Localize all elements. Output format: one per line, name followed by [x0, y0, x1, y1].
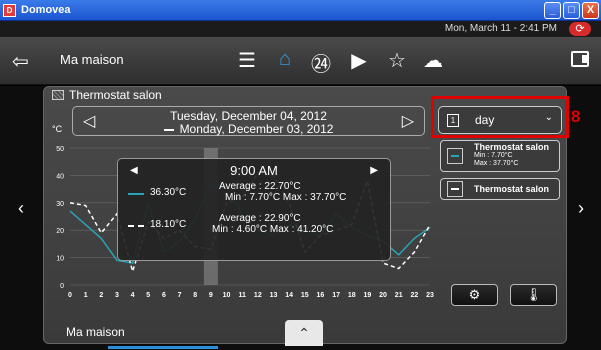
- annotation-label: 8: [571, 107, 581, 126]
- list-icon[interactable]: ☰: [234, 48, 260, 73]
- x-tick-label: 9: [209, 292, 213, 299]
- x-tick-label: 3: [115, 292, 119, 299]
- x-tick-label: 2: [99, 292, 103, 299]
- date-navigator: ◁ Tuesday, December 04, 2012 Monday, Dec…: [72, 106, 425, 136]
- back-button[interactable]: ⇦: [12, 49, 29, 74]
- legend-max: Max : 37.70°C: [474, 160, 519, 167]
- tooltip-value-2: 18.10°C: [150, 219, 187, 230]
- minimize-button[interactable]: _: [544, 2, 561, 19]
- datetime: Mon, March 11 - 2:41 PM: [444, 23, 557, 34]
- solid-line-icon: [128, 193, 144, 195]
- y-tick-label: 10: [56, 256, 64, 263]
- title-bar: D Domovea _ □ X: [0, 0, 601, 21]
- window-title: Domovea: [21, 4, 71, 16]
- x-tick-label: 22: [410, 292, 418, 299]
- footer-title: Ma maison: [66, 325, 125, 339]
- next-page-button[interactable]: ›: [578, 198, 584, 219]
- tooltip-minmax-2: Min : 4.60°C Max : 41.20°C: [212, 224, 334, 235]
- legend-min: Min : 7.70°C: [474, 152, 513, 159]
- x-tick-label: 4: [131, 292, 135, 299]
- nav-title: Ma maison: [60, 52, 124, 67]
- thermometer-button[interactable]: 🌡: [510, 284, 557, 306]
- close-button[interactable]: X: [582, 2, 599, 19]
- x-tick-label: 8: [193, 292, 197, 299]
- dashed-line-icon: [128, 225, 144, 227]
- nav-bar: ⇦ Ma maison ☰ ⌂ ㉔ ▶ ☆ ☁: [0, 37, 601, 85]
- x-tick-label: 11: [238, 292, 246, 299]
- tooltip-minmax-1: Min : 7.70°C Max : 37.70°C: [225, 192, 347, 203]
- tooltip-time: 9:00 AM: [230, 163, 278, 178]
- x-tick-label: 18: [348, 292, 356, 299]
- x-tick-label: 17: [332, 292, 340, 299]
- refresh-icon[interactable]: ⟳: [569, 22, 591, 36]
- app-icon: D: [3, 4, 16, 17]
- date-primary: Tuesday, December 04, 2012: [170, 109, 327, 123]
- settings-button[interactable]: ⚙: [451, 284, 498, 306]
- panel-title-text: Thermostat salon: [69, 88, 162, 102]
- dashed-line-icon: [447, 181, 463, 197]
- x-tick-label: 23: [426, 292, 434, 299]
- x-tick-label: 19: [363, 292, 371, 299]
- x-tick-label: 16: [317, 292, 325, 299]
- star-icon[interactable]: ☆: [384, 48, 410, 73]
- panel-title: Thermostat salon: [52, 88, 162, 102]
- date-secondary: Monday, December 03, 2012: [73, 122, 424, 136]
- status-bar: Mon, March 11 - 2:41 PM ⟳: [0, 21, 601, 37]
- legend-series-2[interactable]: Thermostat salon: [440, 178, 560, 200]
- previous-page-button[interactable]: ‹: [18, 198, 24, 219]
- x-tick-label: 15: [301, 292, 309, 299]
- x-tick-label: 5: [146, 292, 150, 299]
- legend-name: Thermostat salon: [474, 184, 550, 194]
- tooltip-average-1: Average : 22.70°C: [219, 181, 301, 192]
- gear-icon: ⚙: [468, 287, 481, 302]
- active-indicator: [108, 346, 218, 349]
- legend-series-1[interactable]: Thermostat salon Min : 7.70°C Max : 37.7…: [440, 140, 560, 172]
- y-tick-label: 30: [56, 201, 64, 208]
- chart-tooltip: ◀ 9:00 AM ▶ 36.30°C Average : 22.70°C Mi…: [117, 158, 391, 261]
- x-tick-label: 6: [162, 292, 166, 299]
- unit-label: °C: [52, 124, 63, 134]
- panel-toggle-icon[interactable]: [571, 51, 589, 67]
- legend-name: Thermostat salon: [474, 142, 550, 152]
- x-tick-label: 1: [84, 292, 88, 299]
- maximize-button[interactable]: □: [563, 2, 580, 19]
- y-tick-label: 50: [56, 146, 64, 153]
- x-tick-label: 12: [254, 292, 262, 299]
- x-tick-label: 7: [178, 292, 182, 299]
- tooltip-next-icon[interactable]: ▶: [370, 165, 378, 176]
- camera-icon[interactable]: ▶: [346, 48, 372, 73]
- tooltip-average-2: Average : 22.90°C: [219, 213, 301, 224]
- thermometer-icon: 🌡: [525, 287, 542, 302]
- timer-24-icon[interactable]: ㉔: [308, 48, 334, 77]
- date-secondary-text: Monday, December 03, 2012: [179, 122, 334, 136]
- x-tick-label: 14: [285, 292, 293, 299]
- solid-line-icon: [447, 148, 463, 164]
- thermostat-icon: [52, 90, 64, 100]
- cloud-icon[interactable]: ☁: [420, 48, 446, 73]
- y-tick-label: 40: [56, 173, 64, 180]
- x-tick-label: 21: [395, 292, 403, 299]
- x-tick-label: 13: [270, 292, 278, 299]
- x-tick-label: 20: [379, 292, 387, 299]
- y-tick-label: 20: [56, 228, 64, 235]
- y-tick-label: 0: [60, 283, 64, 290]
- tooltip-value-1: 36.30°C: [150, 187, 187, 198]
- annotation-highlight: [431, 96, 569, 138]
- home-icon[interactable]: ⌂: [272, 48, 298, 71]
- dashed-line-icon: [163, 128, 174, 131]
- x-tick-label: 0: [68, 292, 72, 299]
- x-tick-label: 10: [223, 292, 231, 299]
- next-date-button[interactable]: ▷: [402, 111, 414, 131]
- chevron-up-icon[interactable]: ⌃: [285, 320, 323, 346]
